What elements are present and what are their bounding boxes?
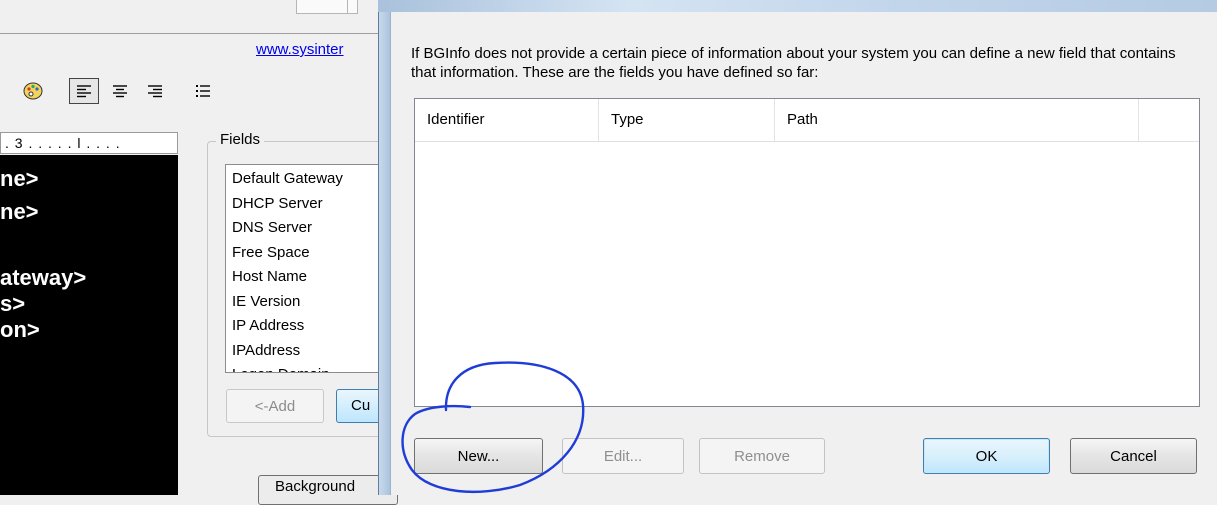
fields-group-label: Fields — [216, 131, 265, 148]
custom-fields-dialog: If BGInfo does not provide a certain pie… — [378, 0, 1217, 495]
fields-list-item[interactable]: IE Version — [232, 290, 384, 315]
background-button[interactable]: Background — [258, 475, 398, 505]
fields-list-item[interactable]: Free Space — [232, 241, 384, 266]
cancel-button[interactable]: Cancel — [1070, 438, 1197, 474]
top-strip — [0, 0, 378, 34]
align-left-icon[interactable] — [69, 78, 99, 104]
dialog-frame-top — [378, 0, 1217, 12]
fields-list-item[interactable]: Logon Domain — [232, 363, 384, 372]
dialog-frame — [378, 0, 390, 495]
fields-list-item[interactable]: Host Name — [232, 265, 384, 290]
ok-button[interactable]: OK — [923, 438, 1050, 474]
fields-list-item[interactable]: DNS Server — [232, 216, 384, 241]
palette-icon[interactable] — [18, 78, 48, 104]
remove-button[interactable]: Remove — [699, 438, 825, 474]
listview-header: Identifier Type Path — [415, 99, 1199, 142]
editor-line: ne> — [0, 199, 39, 224]
fields-list-item[interactable]: Default Gateway — [232, 167, 384, 192]
editor-area[interactable]: ne> ne> ateway> s> on> — [0, 155, 178, 495]
editor-line: ne> — [0, 166, 39, 191]
ruler: . 3 . . . . . l . . . . — [0, 132, 178, 154]
custom-fields-listview[interactable]: Identifier Type Path — [414, 98, 1200, 407]
editor-line: s> — [0, 291, 26, 316]
edit-button[interactable]: Edit... — [562, 438, 684, 474]
fields-list[interactable]: Default Gateway DHCP Server DNS Server F… — [225, 164, 385, 373]
format-toolbar — [0, 68, 378, 108]
dialog-description: If BGInfo does not provide a certain pie… — [411, 45, 1176, 81]
fields-list-item[interactable]: IP Address — [232, 314, 384, 339]
fields-list-item[interactable]: DHCP Server — [232, 192, 384, 217]
add-field-button[interactable]: <-Add — [226, 389, 324, 423]
sysinternals-link[interactable]: www.sysinter — [256, 41, 344, 58]
column-type[interactable]: Type — [599, 99, 775, 141]
align-center-icon[interactable] — [105, 78, 135, 104]
column-path[interactable]: Path — [775, 99, 1139, 141]
top-buttons[interactable] — [296, 0, 358, 14]
new-button[interactable]: New... — [414, 438, 543, 474]
editor-line: on> — [0, 317, 40, 342]
fields-list-item[interactable]: IPAddress — [232, 339, 384, 364]
bullet-list-icon[interactable] — [188, 78, 218, 104]
column-identifier[interactable]: Identifier — [415, 99, 599, 141]
editor-line: ateway> — [0, 265, 87, 290]
align-right-icon[interactable] — [140, 78, 170, 104]
